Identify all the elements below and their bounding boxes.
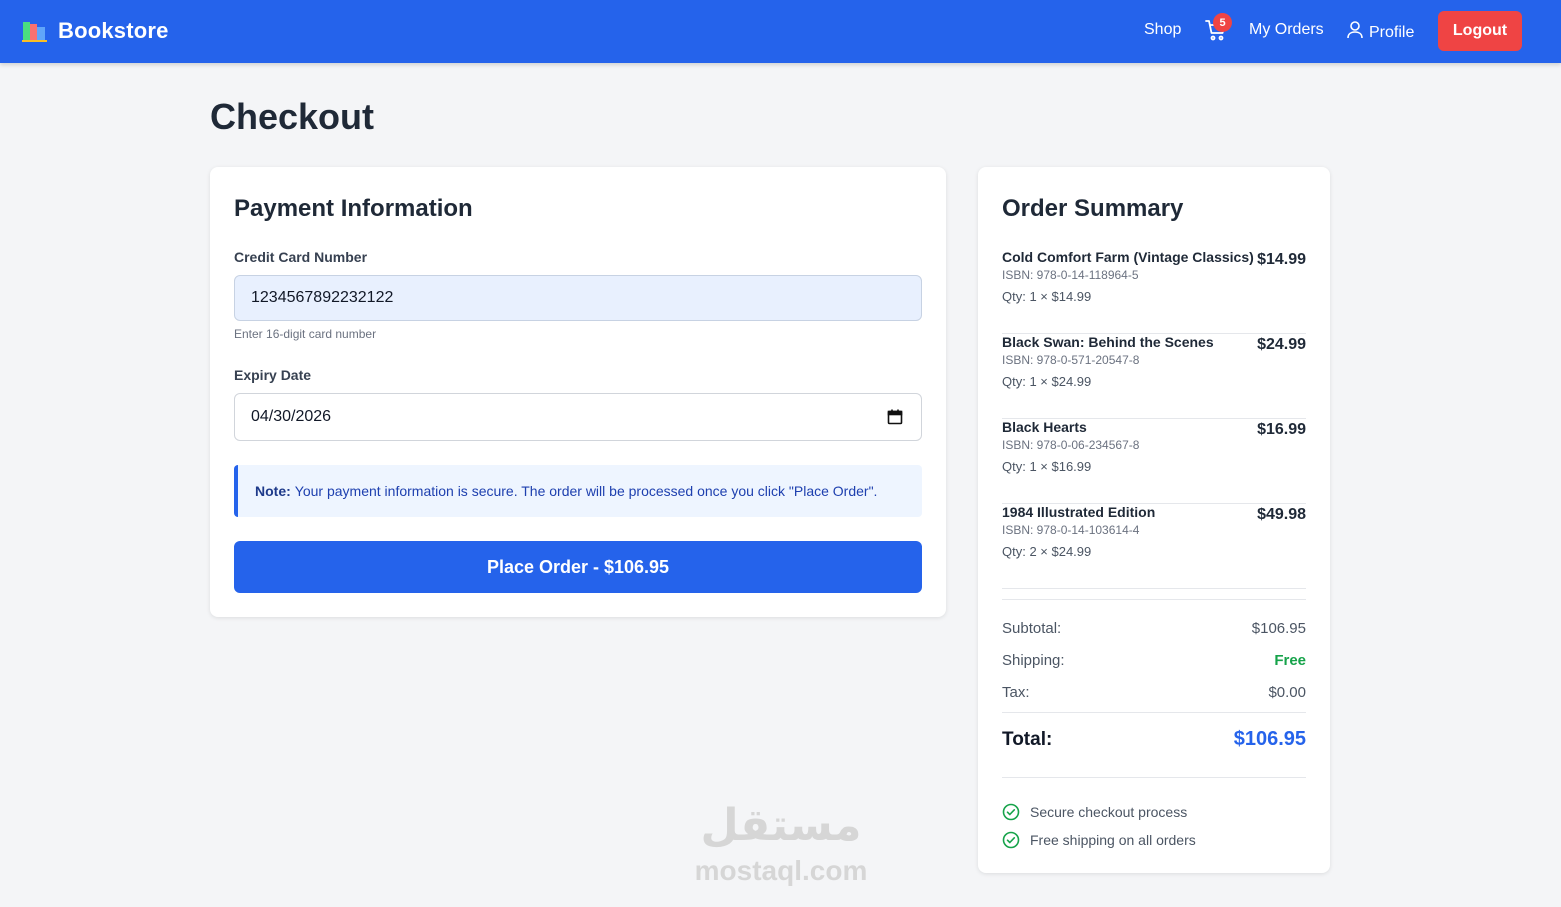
feature-text: Free shipping on all orders	[1030, 832, 1196, 848]
divider	[1002, 777, 1306, 778]
item-total: $14.99	[1257, 251, 1306, 268]
feature-text: Secure checkout process	[1030, 804, 1188, 820]
item-isbn: ISBN: 978-0-06-234567-8	[1002, 438, 1140, 452]
payment-card: Payment Information Credit Card Number 1…	[210, 167, 946, 617]
page-title: Checkout	[210, 96, 375, 137]
item-name: Black Swan: Behind the Scenes	[1002, 334, 1214, 350]
item-total: $24.99	[1257, 336, 1306, 353]
expiry-label: Expiry Date	[234, 367, 312, 383]
tax-label: Tax:	[1002, 684, 1030, 701]
watermark: مستقل mostaql.com	[686, 800, 876, 890]
cart-count-badge: 5	[1213, 13, 1232, 32]
nav-profile-label: Profile	[1369, 23, 1415, 41]
calendar-icon[interactable]	[887, 409, 903, 425]
payment-title: Payment Information	[234, 195, 473, 222]
list-item: Cold Comfort Farm (Vintage Classics) ISB…	[1002, 249, 1306, 334]
note-text: Your payment information is secure. The …	[294, 483, 878, 499]
order-summary-title: Order Summary	[1002, 195, 1184, 222]
nav-profile-link[interactable]: Profile	[1347, 21, 1414, 44]
list-item: 1984 Illustrated Edition ISBN: 978-0-14-…	[1002, 504, 1306, 589]
divider	[1002, 712, 1306, 713]
security-note: Note: Your payment information is secure…	[234, 465, 922, 517]
note-label: Note:	[255, 483, 291, 499]
shipping-row: Shipping: Free	[1002, 652, 1306, 669]
tax-row: Tax: $0.00	[1002, 684, 1306, 701]
shipping-label: Shipping:	[1002, 652, 1065, 669]
credit-card-label: Credit Card Number	[234, 249, 368, 265]
credit-card-value: 1234567892232122	[251, 289, 394, 306]
item-qty: Qty: 1 × $14.99	[1002, 289, 1092, 304]
place-order-button[interactable]: Place Order - $106.95	[234, 541, 922, 593]
user-icon	[1347, 21, 1363, 44]
expiry-date-input[interactable]: 04/30/2026	[234, 393, 922, 441]
check-circle-icon	[1002, 803, 1020, 821]
brand-name: Bookstore	[58, 18, 169, 43]
item-qty: Qty: 1 × $16.99	[1002, 459, 1092, 474]
expiry-date-value: 04/30/2026	[251, 408, 332, 425]
watermark-latin: mostaql.com	[694, 855, 868, 886]
feature-secure: Secure checkout process	[1002, 803, 1187, 821]
subtotal-row: Subtotal: $106.95	[1002, 620, 1306, 637]
total-value: $106.95	[1233, 728, 1306, 750]
check-circle-icon	[1002, 831, 1020, 849]
credit-card-help: Enter 16-digit card number	[234, 327, 377, 341]
nav-my-orders-link[interactable]: My Orders	[1249, 21, 1324, 39]
item-name: 1984 Illustrated Edition	[1002, 504, 1156, 520]
item-name: Cold Comfort Farm (Vintage Classics)	[1002, 249, 1254, 265]
total-label: Total:	[1002, 729, 1053, 750]
item-isbn: ISBN: 978-0-14-118964-5	[1002, 268, 1139, 282]
item-total: $49.98	[1257, 506, 1306, 523]
feature-free-shipping: Free shipping on all orders	[1002, 831, 1196, 849]
item-qty: Qty: 1 × $24.99	[1002, 374, 1092, 389]
brand[interactable]: Bookstore	[22, 18, 169, 44]
top-navbar: Bookstore Shop 5 My Orders Profile Logou…	[0, 0, 1561, 63]
item-qty: Qty: 2 × $24.99	[1002, 544, 1092, 559]
item-isbn: ISBN: 978-0-571-20547-8	[1002, 353, 1140, 367]
item-isbn: ISBN: 978-0-14-103614-4	[1002, 523, 1140, 537]
subtotal-value: $106.95	[1251, 620, 1306, 637]
order-summary-card: Order Summary Cold Comfort Farm (Vintage…	[978, 167, 1330, 873]
shipping-value: Free	[1274, 652, 1306, 669]
item-total: $16.99	[1257, 421, 1306, 438]
list-item: Black Swan: Behind the Scenes ISBN: 978-…	[1002, 334, 1306, 419]
nav-shop-link[interactable]: Shop	[1144, 21, 1181, 39]
total-row: Total: $106.95	[1002, 728, 1306, 751]
divider	[1002, 599, 1306, 600]
credit-card-input[interactable]: 1234567892232122	[234, 275, 922, 321]
logout-button[interactable]: Logout	[1438, 11, 1522, 51]
tax-value: $0.00	[1268, 684, 1306, 701]
list-item: Black Hearts ISBN: 978-0-06-234567-8 Qty…	[1002, 419, 1306, 504]
watermark-arabic: مستقل	[700, 800, 862, 851]
books-icon	[22, 19, 48, 43]
item-name: Black Hearts	[1002, 419, 1087, 435]
subtotal-label: Subtotal:	[1002, 620, 1062, 637]
